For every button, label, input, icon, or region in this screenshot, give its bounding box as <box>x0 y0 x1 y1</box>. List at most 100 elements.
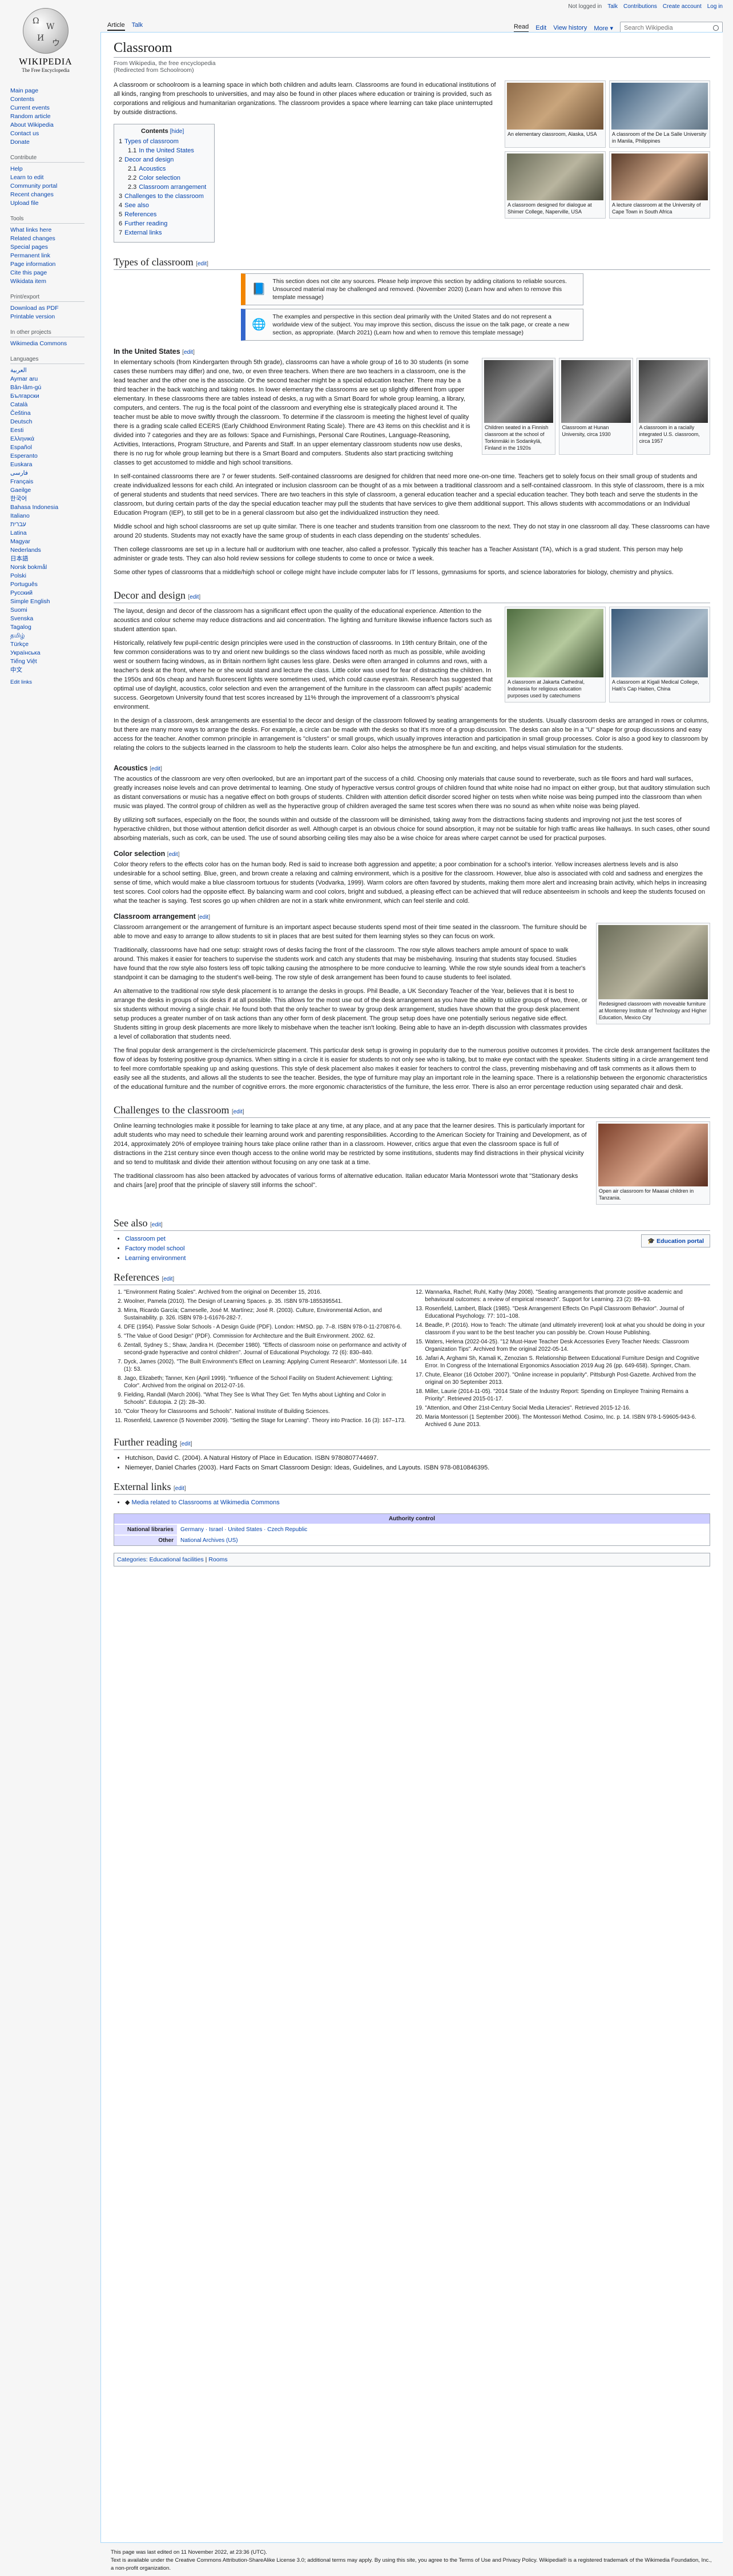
sidebar-link[interactable]: Tiếng Việt <box>10 657 100 666</box>
sidebar-link[interactable]: Euskara <box>10 461 100 469</box>
figure-image[interactable] <box>507 154 603 200</box>
sidebar-link[interactable]: Donate <box>10 138 100 147</box>
figure-image[interactable] <box>598 1124 708 1186</box>
sidebar-link[interactable]: فارسی <box>10 469 100 478</box>
edit-section-link[interactable]: [edit] <box>198 914 210 920</box>
sidebar-link[interactable]: 한국어 <box>10 495 100 503</box>
sidebar-link[interactable]: Italiano <box>10 512 100 520</box>
portal-link[interactable]: Education portal <box>657 1238 704 1245</box>
figure-image[interactable] <box>611 83 708 130</box>
commons-link[interactable]: Media related to Classrooms at Wikimedia… <box>132 1499 280 1506</box>
toc-entry[interactable]: 7 External links <box>119 228 206 237</box>
toc-entry[interactable]: 1.1 In the United States <box>119 146 206 155</box>
redirect-note[interactable]: (Redirected from Schoolroom) <box>114 67 710 74</box>
toc-entry[interactable]: 6 Further reading <box>119 219 206 228</box>
sidebar-link[interactable]: العربية <box>10 366 100 375</box>
search-input[interactable] <box>624 25 713 31</box>
sidebar-link[interactable]: Čeština <box>10 409 100 418</box>
sidebar-link[interactable]: Simple English <box>10 597 100 606</box>
sidebar-link[interactable]: Magyar <box>10 538 100 546</box>
sidebar-link[interactable]: Download as PDF <box>10 304 100 313</box>
tab-view-history[interactable]: View history <box>553 25 587 31</box>
figure-image[interactable] <box>598 925 708 999</box>
sidebar-link[interactable]: Polski <box>10 572 100 580</box>
sidebar-link[interactable]: Български <box>10 392 100 401</box>
edit-section-link[interactable]: [edit] <box>174 1485 186 1492</box>
categories-label[interactable]: Categories: <box>117 1556 148 1563</box>
edit-section-link[interactable]: [edit] <box>167 851 180 858</box>
tab-edit[interactable]: Edit <box>535 25 546 31</box>
edit-section-link[interactable]: [edit] <box>182 349 195 356</box>
sidebar-link[interactable]: What links here <box>10 226 100 235</box>
sidebar-link[interactable]: Norsk bokmål <box>10 563 100 572</box>
edit-section-link[interactable]: [edit] <box>162 1276 174 1282</box>
sidebar-link[interactable]: Permanent link <box>10 252 100 260</box>
sidebar-link[interactable]: Eesti <box>10 426 100 435</box>
see-also-link[interactable]: Classroom pet <box>125 1235 166 1242</box>
figure-image[interactable] <box>507 609 603 677</box>
toc-hide-toggle[interactable]: [hide] <box>170 128 184 135</box>
figure-image[interactable] <box>507 83 603 130</box>
sidebar-link[interactable]: Gaeilge <box>10 486 100 495</box>
navbox-row-body[interactable]: National Archives (US) <box>177 1536 241 1545</box>
sidebar-link[interactable]: Nederlands <box>10 546 100 555</box>
toc-entry[interactable]: 2.1 Acoustics <box>119 164 206 173</box>
sidebar-link[interactable]: Suomi <box>10 606 100 615</box>
sidebar-link[interactable]: Recent changes <box>10 191 100 199</box>
figure-image[interactable] <box>611 154 708 200</box>
sidebar-link[interactable]: Random article <box>10 112 100 121</box>
figure-image[interactable] <box>484 360 554 423</box>
sidebar-link[interactable]: Català <box>10 401 100 409</box>
wikipedia-logo[interactable]: Ω W И ウ WIKIPEDIA The Free Encyclopedia <box>9 6 82 79</box>
tab-read[interactable]: Read <box>513 23 529 33</box>
toc-entry[interactable]: 4 See also <box>119 201 206 210</box>
sidebar-link[interactable]: Wikimedia Commons <box>10 340 100 348</box>
edit-section-link[interactable]: [edit] <box>232 1109 244 1115</box>
sidebar-link[interactable]: Main page <box>10 87 100 95</box>
sidebar-link[interactable]: Help <box>10 165 100 173</box>
sidebar-link[interactable]: עברית <box>10 520 100 529</box>
navbox-row-body[interactable]: Germany · Israel · United States · Czech… <box>177 1525 311 1535</box>
toc-entry[interactable]: 5 References <box>119 210 206 219</box>
sidebar-link[interactable]: Deutsch <box>10 418 100 426</box>
toc-entry[interactable]: 1 Types of classroom <box>119 137 206 146</box>
figure-image[interactable] <box>611 609 708 677</box>
navbox-title[interactable]: Authority control <box>114 1514 710 1524</box>
sidebar-link[interactable]: Bahasa Indonesia <box>10 503 100 512</box>
sidebar-link[interactable]: Cite this page <box>10 269 100 277</box>
sidebar-link[interactable]: Français <box>10 478 100 486</box>
sidebar-link[interactable]: Learn to edit <box>10 173 100 182</box>
sidebar-link[interactable]: Upload file <box>10 199 100 208</box>
category-link[interactable]: Educational facilities <box>150 1556 204 1563</box>
sidebar-link[interactable]: Related changes <box>10 235 100 243</box>
sidebar-link[interactable]: Tagalog <box>10 623 100 632</box>
figure-image[interactable] <box>561 360 631 423</box>
sidebar-link[interactable]: 中文 <box>10 666 100 675</box>
toc-entry[interactable]: 2 Decor and design <box>119 155 206 164</box>
edit-section-link[interactable]: [edit] <box>188 594 200 600</box>
sidebar-link[interactable]: Wikidata item <box>10 277 100 286</box>
sidebar-link[interactable]: Bân-lâm-gú <box>10 383 100 392</box>
sidebar-link[interactable]: Community portal <box>10 182 100 191</box>
tab-article[interactable]: Article <box>107 22 125 31</box>
contributions-link[interactable]: Contributions <box>623 3 657 10</box>
sidebar-link[interactable]: Latina <box>10 529 100 538</box>
sidebar-link[interactable]: Page information <box>10 260 100 269</box>
sidebar-link[interactable]: Português <box>10 580 100 589</box>
figure-image[interactable] <box>638 360 708 423</box>
edit-section-link[interactable]: [edit] <box>180 1441 192 1447</box>
sidebar-link[interactable]: About Wikipedia <box>10 121 100 130</box>
edit-section-link[interactable]: [edit] <box>150 1222 163 1228</box>
sidebar-link[interactable]: Aymar aru <box>10 375 100 383</box>
sidebar-link[interactable]: Printable version <box>10 313 100 321</box>
sidebar-link[interactable]: Русский <box>10 589 100 597</box>
category-link[interactable]: Rooms <box>208 1556 227 1563</box>
sidebar-link[interactable]: Current events <box>10 104 100 112</box>
toc-entry[interactable]: 3 Challenges to the classroom <box>119 192 206 201</box>
toc-entry[interactable]: 2.3 Classroom arrangement <box>119 183 206 192</box>
sidebar-link[interactable]: Svenska <box>10 615 100 623</box>
sidebar-link[interactable]: Contents <box>10 95 100 104</box>
sidebar-link[interactable]: Ελληνικά <box>10 435 100 443</box>
sidebar-link[interactable]: Esperanto <box>10 452 100 461</box>
toc-entry[interactable]: 2.2 Color selection <box>119 173 206 183</box>
